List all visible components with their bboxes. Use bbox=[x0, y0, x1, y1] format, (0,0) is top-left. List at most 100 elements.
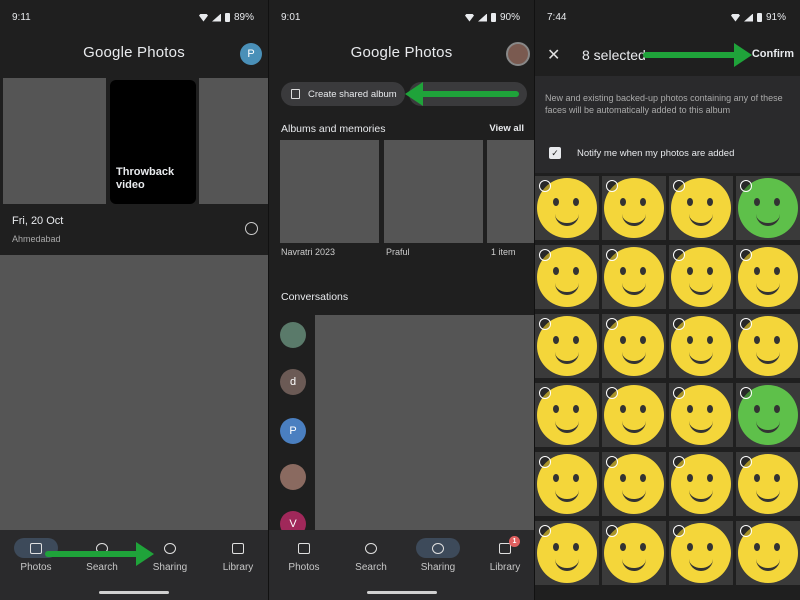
select-circle-icon[interactable] bbox=[606, 525, 618, 537]
nav-photos[interactable]: Photos bbox=[274, 538, 334, 573]
face-tile[interactable] bbox=[535, 176, 599, 240]
annotation-arrow bbox=[405, 82, 519, 106]
select-circle-icon[interactable] bbox=[673, 318, 685, 330]
album-name: 1 item bbox=[491, 247, 516, 257]
face-tile[interactable] bbox=[736, 245, 800, 309]
face-tile[interactable] bbox=[669, 314, 733, 378]
create-shared-album-button[interactable]: Create shared album bbox=[281, 82, 405, 106]
wifi-icon bbox=[464, 13, 474, 22]
select-circle-icon[interactable] bbox=[740, 249, 752, 261]
face-tile[interactable] bbox=[602, 452, 666, 516]
bottom-navigation: Photos Search Sharing 1 Library bbox=[269, 530, 534, 600]
conversation-avatar[interactable] bbox=[280, 322, 306, 348]
face-tile[interactable] bbox=[669, 245, 733, 309]
face-tile[interactable] bbox=[736, 176, 800, 240]
select-circle-icon[interactable] bbox=[606, 180, 618, 192]
account-avatar[interactable] bbox=[506, 42, 530, 66]
select-circle-icon[interactable] bbox=[606, 318, 618, 330]
battery-percent: 90% bbox=[499, 12, 520, 23]
select-circle-icon[interactable] bbox=[740, 525, 752, 537]
library-badge: 1 bbox=[509, 536, 520, 547]
face-tile[interactable] bbox=[669, 452, 733, 516]
album-card[interactable] bbox=[384, 140, 483, 243]
wifi-icon bbox=[198, 13, 208, 22]
select-circle-icon[interactable] bbox=[740, 180, 752, 192]
face-tile[interactable] bbox=[602, 383, 666, 447]
select-circle-icon[interactable] bbox=[740, 456, 752, 468]
select-circle-icon[interactable] bbox=[673, 387, 685, 399]
location-label: Ahmedabad bbox=[12, 234, 61, 244]
throwback-video-tile[interactable]: Throwback video bbox=[110, 80, 196, 204]
nav-sharing[interactable]: Sharing bbox=[408, 538, 468, 573]
conversation-avatar[interactable]: P bbox=[280, 418, 306, 444]
memory-tile[interactable] bbox=[199, 78, 268, 204]
face-tile[interactable] bbox=[736, 383, 800, 447]
select-circle-icon[interactable] bbox=[673, 180, 685, 192]
face-tile[interactable] bbox=[535, 245, 599, 309]
nav-library[interactable]: 1 Library bbox=[475, 536, 534, 573]
face-tile[interactable] bbox=[669, 176, 733, 240]
close-icon[interactable]: ✕ bbox=[547, 45, 560, 65]
status-bar: 7:44 91% bbox=[535, 0, 800, 34]
memory-tile[interactable] bbox=[3, 78, 106, 204]
select-circle-icon[interactable] bbox=[740, 387, 752, 399]
select-circle-icon[interactable] bbox=[539, 318, 551, 330]
face-tile[interactable] bbox=[602, 176, 666, 240]
select-circle-icon[interactable] bbox=[673, 456, 685, 468]
signal-icon bbox=[211, 13, 221, 22]
account-avatar[interactable]: P bbox=[240, 43, 262, 65]
date-heading: Fri, 20 Oct bbox=[12, 215, 64, 227]
album-name: Navratri 2023 bbox=[281, 247, 336, 257]
face-tile[interactable] bbox=[602, 245, 666, 309]
face-tile[interactable] bbox=[602, 521, 666, 585]
nav-search-label: Search bbox=[355, 562, 387, 573]
throwback-label: Throwback video bbox=[116, 166, 175, 191]
face-tile[interactable] bbox=[736, 521, 800, 585]
face-tile[interactable] bbox=[669, 521, 733, 585]
face-tile[interactable] bbox=[669, 383, 733, 447]
select-check-icon[interactable] bbox=[245, 222, 258, 235]
face-tile[interactable] bbox=[602, 314, 666, 378]
conversation-avatar[interactable]: d bbox=[280, 369, 306, 395]
nav-search-label: Search bbox=[86, 562, 118, 573]
face-tile[interactable] bbox=[535, 314, 599, 378]
select-circle-icon[interactable] bbox=[673, 249, 685, 261]
select-circle-icon[interactable] bbox=[539, 456, 551, 468]
nav-library-label: Library bbox=[489, 562, 521, 573]
select-circle-icon[interactable] bbox=[606, 456, 618, 468]
select-circle-icon[interactable] bbox=[673, 525, 685, 537]
photo-thumbnail[interactable] bbox=[0, 255, 268, 530]
selected-count: 8 selected bbox=[582, 47, 646, 63]
battery-percent: 91% bbox=[765, 12, 786, 23]
notify-checkbox[interactable]: ✓ bbox=[549, 147, 561, 159]
photos-screen-panel: 9:11 89% Google Photos P Throwback video… bbox=[0, 0, 268, 600]
description-text: New and existing backed-up photos contai… bbox=[545, 93, 783, 115]
annotation-arrow bbox=[643, 43, 752, 67]
bottom-navigation: Photos Search Sharing Library bbox=[0, 530, 268, 600]
photos-icon bbox=[30, 542, 42, 554]
select-circle-icon[interactable] bbox=[539, 180, 551, 192]
status-bar: 9:01 90% bbox=[269, 0, 534, 34]
select-circle-icon[interactable] bbox=[539, 525, 551, 537]
nav-library[interactable]: Library bbox=[208, 538, 268, 573]
select-circle-icon[interactable] bbox=[606, 249, 618, 261]
face-tile[interactable] bbox=[736, 452, 800, 516]
face-tile[interactable] bbox=[535, 452, 599, 516]
select-circle-icon[interactable] bbox=[606, 387, 618, 399]
album-card[interactable] bbox=[487, 140, 534, 243]
select-circle-icon[interactable] bbox=[539, 387, 551, 399]
face-tile[interactable] bbox=[535, 521, 599, 585]
select-circle-icon[interactable] bbox=[740, 318, 752, 330]
album-card[interactable] bbox=[280, 140, 379, 243]
face-tile[interactable] bbox=[736, 314, 800, 378]
status-time: 9:01 bbox=[281, 12, 301, 23]
sharing-icon bbox=[432, 542, 444, 554]
library-icon bbox=[232, 542, 244, 554]
confirm-button[interactable]: Confirm bbox=[752, 48, 794, 60]
conversation-preview[interactable] bbox=[315, 315, 534, 530]
select-circle-icon[interactable] bbox=[539, 249, 551, 261]
view-all-link[interactable]: View all bbox=[489, 123, 524, 134]
conversation-avatar[interactable] bbox=[280, 464, 306, 490]
nav-search[interactable]: Search bbox=[341, 538, 401, 573]
face-tile[interactable] bbox=[535, 383, 599, 447]
